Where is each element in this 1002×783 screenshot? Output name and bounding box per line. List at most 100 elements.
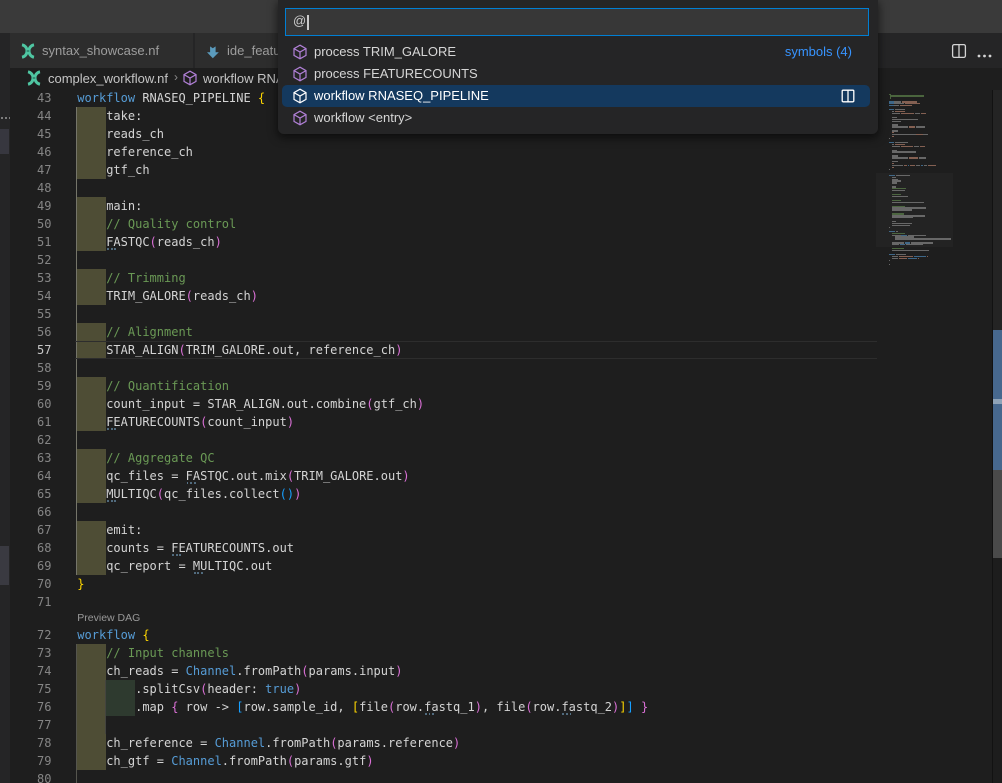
hint-dots <box>190 482 192 484</box>
code-line-74: ch_reads = Channel.fromPath(params.input… <box>77 662 402 680</box>
nextflow-icon <box>26 70 42 86</box>
code-line-63: // Aggregate QC <box>77 449 214 467</box>
code-line-50: // Quality control <box>77 215 236 233</box>
hint-dots <box>172 554 174 556</box>
hint-dots <box>111 500 113 502</box>
background-window-left-sliver <box>0 33 10 783</box>
code-line-43: workflow RNASEQ_PIPELINE { <box>77 89 265 107</box>
minimap-line <box>892 151 916 152</box>
line-number: 68 <box>10 539 52 557</box>
minimap-line <box>892 165 937 166</box>
minimap-line <box>889 264 891 265</box>
minimap-line <box>892 167 895 168</box>
line-number: 48 <box>10 179 52 197</box>
code-line-73: // Input channels <box>77 644 229 662</box>
minimap-line <box>892 126 926 127</box>
background-window-right-sliver-lower <box>993 558 1002 783</box>
line-number: 47 <box>10 161 52 179</box>
indent-rainbow-band <box>77 716 106 734</box>
minimap-slider[interactable] <box>876 173 953 247</box>
quick-open-item-label: workflow RNASEQ_PIPELINE <box>314 88 489 103</box>
code-line-70: } <box>77 575 84 593</box>
more-actions-icon[interactable] <box>976 47 994 65</box>
minimap-line <box>890 95 925 96</box>
nextflow-icon <box>20 43 36 59</box>
line-number: 71 <box>10 593 52 611</box>
line-number: 43 <box>10 89 52 107</box>
quick-open-item-label: process TRIM_GALORE <box>314 44 456 59</box>
line-number: 54 <box>10 287 52 305</box>
code-line-49: main: <box>77 197 142 215</box>
tab-label: syntax_showcase.nf <box>42 43 159 58</box>
line-number: 79 <box>10 752 52 770</box>
quick-open-item-label: workflow <entry> <box>314 110 412 125</box>
line-number: 59 <box>10 377 52 395</box>
hint-dots <box>111 248 113 250</box>
quick-open-query: @ <box>293 13 306 28</box>
quick-open-item[interactable]: workflow RNASEQ_PIPELINE <box>282 85 870 107</box>
line-number: 66 <box>10 503 52 521</box>
symbol-cube-icon <box>292 110 308 126</box>
line-number: 50 <box>10 215 52 233</box>
hint-dots <box>194 482 196 484</box>
code-line-45: reads_ch <box>77 125 164 143</box>
chevron-right-icon: › <box>174 70 178 84</box>
line-number: 62 <box>10 431 52 449</box>
minimap-line <box>892 134 929 135</box>
code-line-51: FASTQC(reads_ch) <box>77 233 222 251</box>
code-line-61: FEATURECOUNTS(count_input) <box>77 413 294 431</box>
hint-dots <box>194 572 196 574</box>
line-number: 44 <box>10 107 52 125</box>
hint-dots <box>111 428 113 430</box>
minimap-line <box>892 136 895 137</box>
open-to-side-icon[interactable] <box>840 88 856 104</box>
hint-dots <box>425 713 427 715</box>
tab-ide-features[interactable]: ide_features.nf <box>195 33 282 68</box>
quick-open-group-badge: symbols (4) <box>785 44 852 59</box>
quick-open-item[interactable]: process TRIM_GALORE symbols (4) <box>282 41 870 63</box>
hint-dots <box>432 713 434 715</box>
quick-open-input[interactable]: @ <box>285 8 869 36</box>
symbol-cube-icon <box>292 44 308 60</box>
line-number: 73 <box>10 644 52 662</box>
breadcrumb-file[interactable]: complex_workflow.nf <box>48 71 168 86</box>
line-number: 70 <box>10 575 52 593</box>
line-number: 76 <box>10 698 52 716</box>
split-editor-icon[interactable] <box>951 43 967 64</box>
code-line-78: ch_reference = Channel.fromPath(params.r… <box>77 734 460 752</box>
line-number: 49 <box>10 197 52 215</box>
line-number: 55 <box>10 305 52 323</box>
code-line-53: // Trimming <box>77 269 185 287</box>
editor-pane[interactable]: 4344454647484950515253545556575859606162… <box>10 88 993 783</box>
codelens-preview-dag[interactable]: Preview DAG <box>77 612 140 624</box>
line-number: 60 <box>10 395 52 413</box>
code-line-60: count_input = STAR_ALIGN.out.combine(gtf… <box>77 395 424 413</box>
line-number: 58 <box>10 359 52 377</box>
hint-dots <box>201 572 203 574</box>
line-number: 77 <box>10 716 52 734</box>
line-number: 78 <box>10 734 52 752</box>
right-sliver-blue-band <box>993 399 1002 404</box>
code-line-67: emit: <box>77 521 142 539</box>
line-number: 45 <box>10 125 52 143</box>
arrow-down-icon <box>205 43 221 59</box>
hint-dots <box>176 554 178 556</box>
quick-open-item[interactable]: process FEATURECOUNTS <box>282 63 870 85</box>
minimap-line <box>890 97 892 98</box>
left-sliver-ellipsis <box>0 117 10 121</box>
line-number: 74 <box>10 662 52 680</box>
quick-open-list: process TRIM_GALORE symbols (4) process FE… <box>282 41 870 129</box>
code-line-72: workflow { <box>77 626 149 644</box>
vscode-window: syntax_showcase.nf ide_features.nf <box>0 0 1002 783</box>
hint-dots <box>107 428 109 430</box>
tab-label: ide_features.nf <box>227 43 282 58</box>
line-number: 80 <box>10 770 52 783</box>
code-line-47: gtf_ch <box>77 161 149 179</box>
background-window-right-sliver <box>993 90 1002 330</box>
minimap-line <box>892 146 926 147</box>
symbol-cube-icon <box>182 70 198 86</box>
code-line-59: // Quantification <box>77 377 229 395</box>
quick-open-item[interactable]: workflow <entry> <box>282 107 870 129</box>
tab-syntax-showcase[interactable]: syntax_showcase.nf <box>10 33 193 68</box>
right-sliver-gray-block <box>993 470 1002 558</box>
